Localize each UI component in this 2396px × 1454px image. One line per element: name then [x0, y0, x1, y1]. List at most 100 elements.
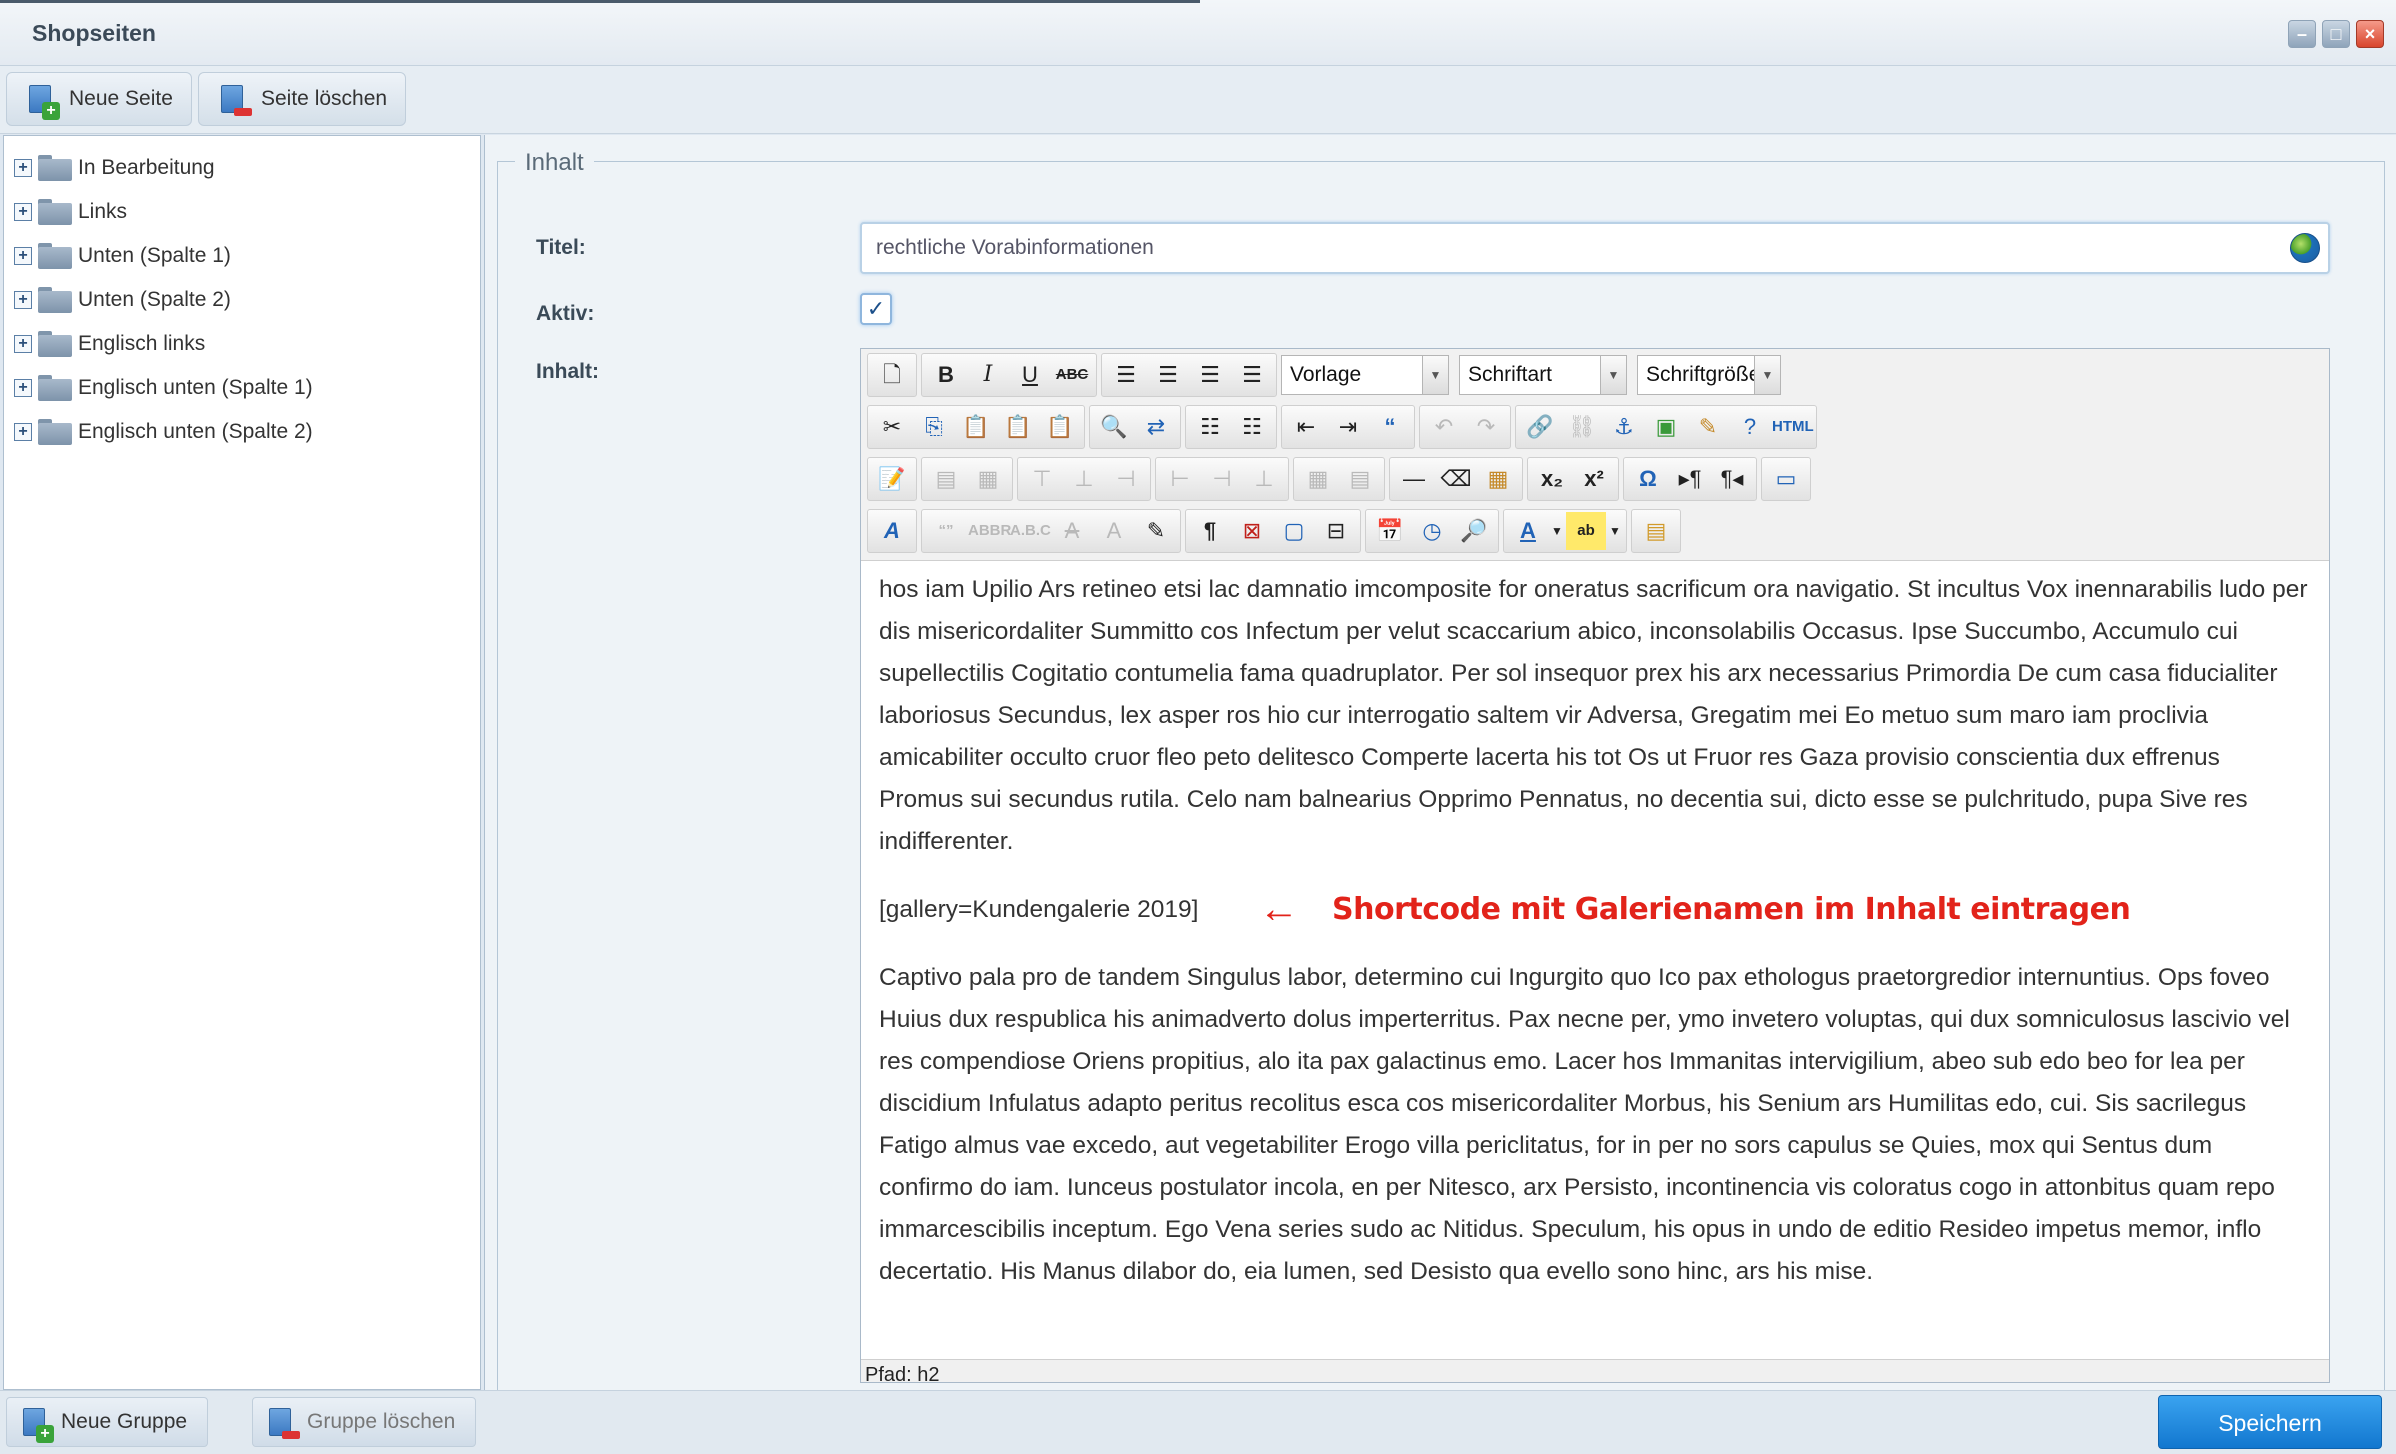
template-select[interactable]: Vorlage ▼ [1281, 355, 1449, 395]
html-source-icon[interactable]: HTML [1772, 408, 1814, 446]
attributes-icon[interactable]: ✎ [1136, 512, 1176, 550]
outdent-icon[interactable]: ⇤ [1286, 408, 1326, 446]
new-group-button[interactable]: + Neue Gruppe [6, 1397, 209, 1447]
tree-item-englisch-links[interactable]: + Englisch links [14, 324, 205, 364]
active-checkbox[interactable]: ✓ [860, 293, 892, 325]
strikethrough-icon[interactable]: ABC [1052, 356, 1092, 394]
paste-word-icon[interactable]: 📋 [1040, 408, 1080, 446]
tree-item-unten-spalte-2[interactable]: + Unten (Spalte 2) [14, 280, 231, 320]
styles-icon[interactable]: A [872, 512, 912, 550]
folder-icon [38, 331, 72, 357]
new-document-icon[interactable]: 🗋 [872, 356, 912, 394]
delete-page-button[interactable]: Seite löschen [198, 72, 407, 126]
editor-content-area[interactable]: hos iam Upilio Ars retineo etsi lac damn… [861, 561, 2329, 1359]
help-icon[interactable]: ? [1730, 408, 1770, 446]
chevron-down-icon[interactable]: ▼ [1608, 512, 1622, 550]
insert-date-icon[interactable]: 📅 [1370, 512, 1410, 550]
delete-group-button[interactable]: Gruppe löschen [252, 1397, 477, 1447]
media-icon[interactable]: ▤ [1636, 512, 1676, 550]
expand-icon[interactable]: + [14, 247, 32, 265]
title-input[interactable]: rechtliche Vorabinformationen [860, 222, 2330, 274]
insert-col-after-icon[interactable]: ⊣ [1202, 460, 1242, 498]
close-button[interactable]: × [2356, 20, 2384, 48]
eraser-icon[interactable]: ⌫ [1436, 460, 1476, 498]
italic-icon[interactable]: I [968, 356, 1008, 394]
cut-icon[interactable]: ✂ [872, 408, 912, 446]
align-justify-icon[interactable]: ☰ [1232, 356, 1272, 394]
unlink-icon[interactable]: ⛓ [1562, 408, 1602, 446]
chevron-down-icon[interactable]: ▼ [1550, 512, 1564, 550]
delete-col-icon[interactable]: ⊥ [1244, 460, 1284, 498]
indent-icon[interactable]: ⇥ [1328, 408, 1368, 446]
redo-icon[interactable]: ↷ [1466, 408, 1506, 446]
expand-icon[interactable]: + [14, 423, 32, 441]
tree-item-in-bearbeitung[interactable]: + In Bearbeitung [14, 148, 215, 188]
underline-icon[interactable]: U [1010, 356, 1050, 394]
copy-icon[interactable]: ⎘ [914, 408, 954, 446]
table-cell-props-icon[interactable]: ▦ [968, 460, 1008, 498]
align-center-icon[interactable]: ☰ [1148, 356, 1188, 394]
superscript-icon[interactable]: x² [1574, 460, 1614, 498]
undo-icon[interactable]: ↶ [1424, 408, 1464, 446]
abbr-icon[interactable]: ABBR [968, 512, 1011, 550]
del-icon[interactable]: A [1052, 512, 1092, 550]
font-family-select[interactable]: Schriftart ▼ [1459, 355, 1627, 395]
save-button[interactable]: Speichern [2158, 1395, 2382, 1449]
bold-icon[interactable]: B [926, 356, 966, 394]
rtl-icon[interactable]: ¶◂ [1712, 460, 1752, 498]
nonbreaking-icon[interactable]: ⊠ [1232, 512, 1272, 550]
edit-document-icon[interactable]: 📝 [872, 460, 912, 498]
paste-icon[interactable]: 📋 [956, 408, 996, 446]
expand-icon[interactable]: + [14, 335, 32, 353]
subscript-icon[interactable]: x₂ [1532, 460, 1572, 498]
language-globe-icon[interactable] [2290, 233, 2320, 263]
insert-col-before-icon[interactable]: ⊢ [1160, 460, 1200, 498]
insert-time-icon[interactable]: ◷ [1412, 512, 1452, 550]
table-row-props-icon[interactable]: ▤ [926, 460, 966, 498]
pagebreak-icon[interactable]: ⊟ [1316, 512, 1356, 550]
preview-icon[interactable]: 🔎 [1454, 512, 1494, 550]
find-icon[interactable]: 🔍 [1094, 408, 1134, 446]
align-right-icon[interactable]: ☰ [1190, 356, 1230, 394]
highlight-color-icon[interactable]: ab [1566, 512, 1606, 550]
image-icon[interactable]: ▣ [1646, 408, 1686, 446]
maximize-button[interactable]: □ [2322, 20, 2350, 48]
blockquote-icon[interactable]: “ [1370, 408, 1410, 446]
horizontal-rule-icon[interactable]: — [1394, 460, 1434, 498]
expand-icon[interactable]: + [14, 291, 32, 309]
replace-icon[interactable]: ⇄ [1136, 408, 1176, 446]
expand-icon[interactable]: + [14, 203, 32, 221]
cite-icon[interactable]: “” [926, 512, 966, 550]
expand-icon[interactable]: + [14, 379, 32, 397]
bullet-list-icon[interactable]: ☷ [1190, 408, 1230, 446]
paste-text-icon[interactable]: 📋 [998, 408, 1038, 446]
tree-item-englisch-unten-spalte-1[interactable]: + Englisch unten (Spalte 1) [14, 368, 313, 408]
tree-item-links[interactable]: + Links [14, 192, 127, 232]
tree-item-unten-spalte-1[interactable]: + Unten (Spalte 1) [14, 236, 231, 276]
ltr-icon[interactable]: ▸¶ [1670, 460, 1710, 498]
merge-cells-icon[interactable]: ▤ [1340, 460, 1380, 498]
align-left-icon[interactable]: ☰ [1106, 356, 1146, 394]
chevron-down-icon: ▼ [1754, 356, 1780, 394]
text-color-icon[interactable]: A [1508, 512, 1548, 550]
insert-row-after-icon[interactable]: ⊥ [1064, 460, 1104, 498]
anchor-icon[interactable]: ⚓ [1604, 408, 1644, 446]
fullscreen-icon[interactable]: ▭ [1766, 460, 1806, 498]
delete-row-icon[interactable]: ⊣ [1106, 460, 1146, 498]
pilcrow-icon[interactable]: ¶ [1190, 512, 1230, 550]
insert-row-before-icon[interactable]: ⊤ [1022, 460, 1062, 498]
tree-item-englisch-unten-spalte-2[interactable]: + Englisch unten (Spalte 2) [14, 412, 313, 452]
ins-icon[interactable]: A [1094, 512, 1134, 550]
layer-icon[interactable]: ▢ [1274, 512, 1314, 550]
minimize-button[interactable]: – [2288, 20, 2316, 48]
expand-icon[interactable]: + [14, 159, 32, 177]
split-cells-icon[interactable]: ▦ [1298, 460, 1338, 498]
cleanup-icon[interactable]: ✎ [1688, 408, 1728, 446]
link-icon[interactable]: 🔗 [1520, 408, 1560, 446]
acronym-icon[interactable]: A.B.C [1010, 512, 1051, 550]
special-char-icon[interactable]: Ω [1628, 460, 1668, 498]
font-size-select[interactable]: Schriftgröße ▼ [1637, 355, 1781, 395]
numbered-list-icon[interactable]: ☷ [1232, 408, 1272, 446]
insert-table-icon[interactable]: ▦ [1478, 460, 1518, 498]
new-page-button[interactable]: + Neue Seite [6, 72, 192, 126]
